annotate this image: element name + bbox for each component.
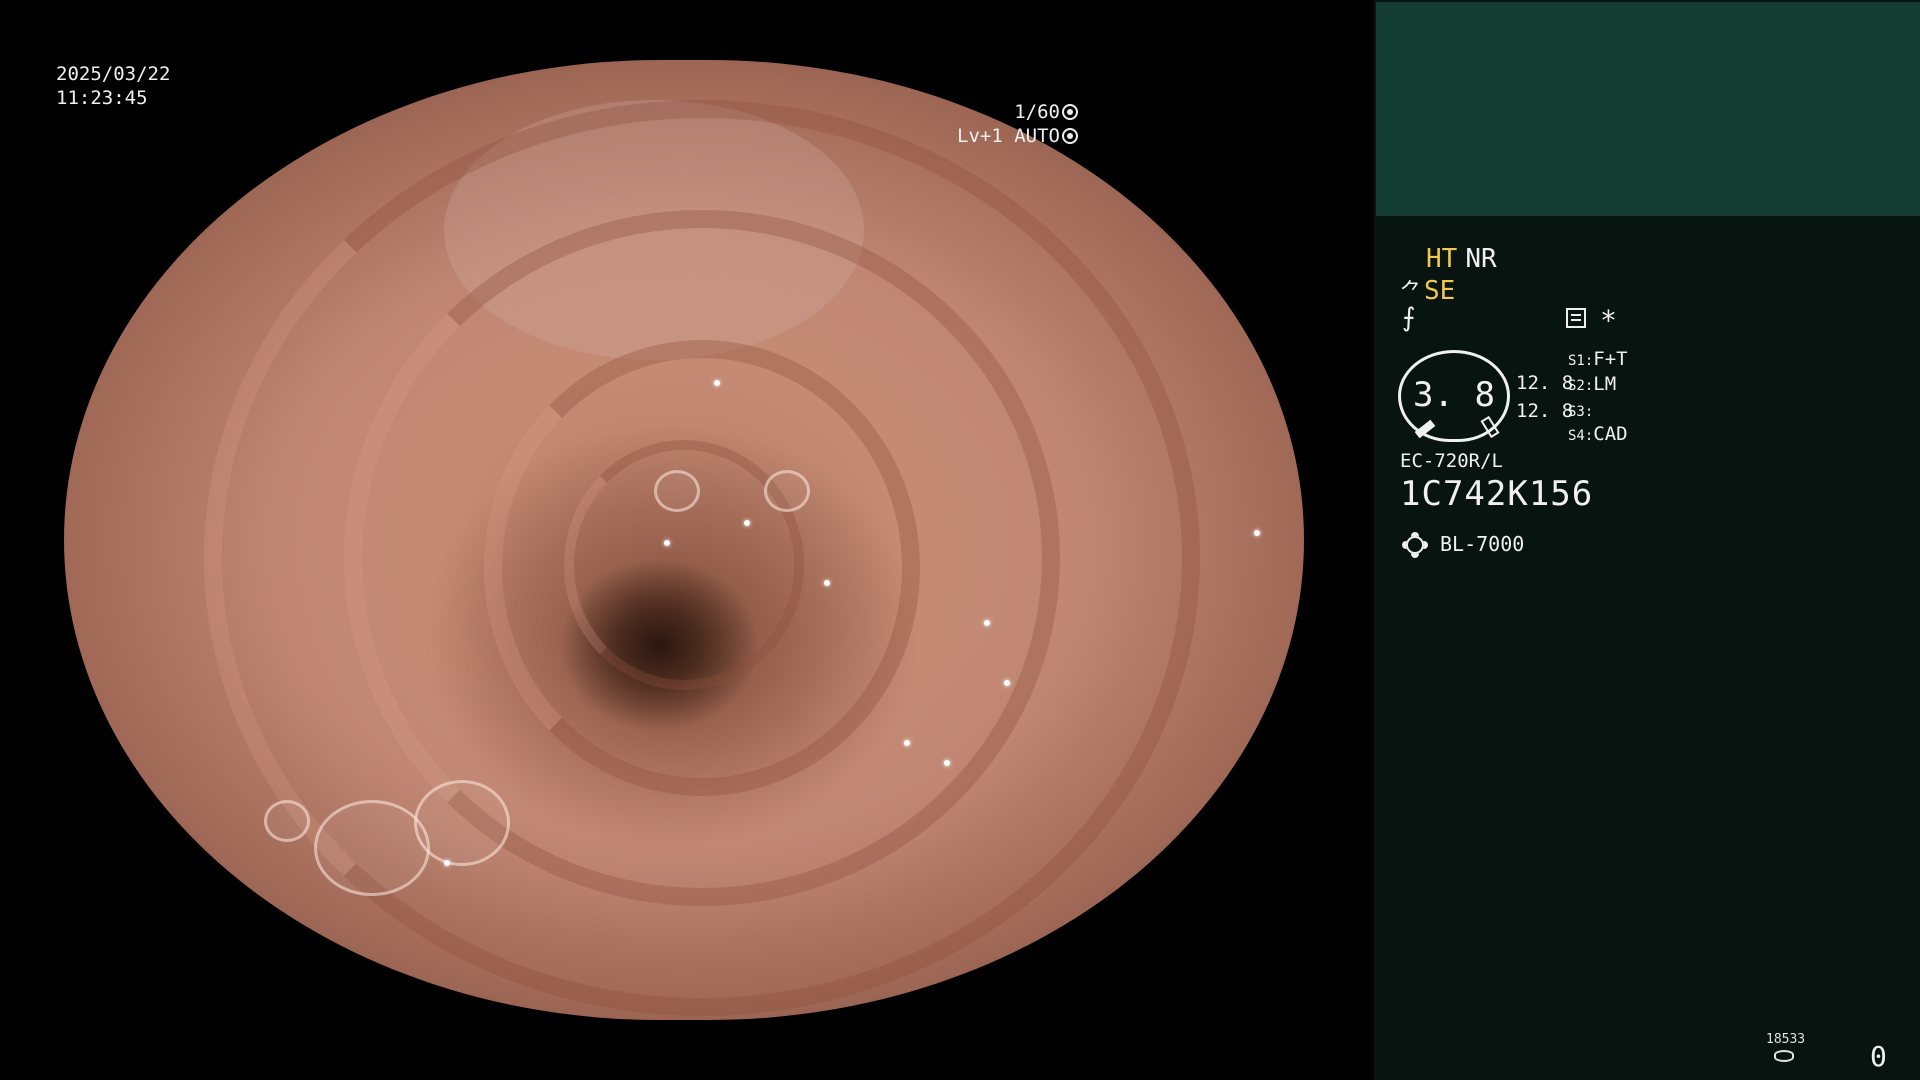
auto-iris-icon	[1062, 128, 1078, 144]
time-text: 11:23:45	[56, 87, 148, 109]
fluid-bubble	[314, 800, 430, 896]
gauge-value-2: 12. 8	[1516, 400, 1574, 422]
level-mode-text: Lv+1 AUTO	[957, 125, 1060, 147]
asterisk-indicator: *	[1600, 304, 1617, 337]
ht-indicator: HT	[1426, 244, 1458, 274]
disk-icon	[1774, 1050, 1794, 1062]
light-reflection	[824, 580, 830, 586]
endoscope-view: 2025/03/22 11:23:45 1/60 Lv+1 AUTO	[0, 0, 1372, 1080]
light-reflection	[984, 620, 990, 626]
gauge-left-marker	[1414, 419, 1436, 439]
shutter-text: 1/60	[1014, 101, 1060, 123]
se-indicator: SE	[1424, 276, 1456, 306]
setting-s1: S1:F+T	[1568, 348, 1628, 370]
setting-s2: S2:LM	[1568, 373, 1617, 395]
fluid-bubble	[654, 470, 700, 512]
nr-indicator: NR	[1465, 244, 1497, 274]
light-reflection	[1254, 530, 1260, 536]
light-reflection	[904, 740, 910, 746]
info-panel: HT NR ⺈SE ⨍ * 3. 8 12. 8 12. 8 S1:F+T S2:…	[1374, 0, 1920, 1080]
thumbnail-area	[1376, 2, 1920, 216]
light-reflection	[714, 380, 720, 386]
gauge-right-marker	[1480, 415, 1500, 439]
f-symbol: ⨍	[1402, 303, 1416, 333]
light-reflection	[444, 860, 450, 866]
gauge-value: 3. 8	[1413, 375, 1495, 415]
date-text: 2025/03/22	[56, 63, 171, 85]
se-prefix-icon: ⺈	[1400, 280, 1423, 305]
fluid-bubble	[764, 470, 810, 512]
se-row: ⺈SE	[1400, 274, 1455, 306]
setting-s4: S4:CAD	[1568, 423, 1628, 445]
image-count: 18533	[1766, 1032, 1806, 1047]
capture-counter: 0	[1870, 1040, 1887, 1073]
gauge-value-1: 12. 8	[1516, 372, 1574, 394]
menu-icon	[1566, 308, 1586, 328]
sun-icon	[1406, 536, 1424, 554]
light-source: BL-7000	[1440, 532, 1525, 556]
light-reflection	[744, 520, 750, 526]
light-reflection	[1004, 680, 1010, 686]
setting-s3: S3:	[1568, 404, 1594, 420]
fluid-bubble	[264, 800, 310, 842]
fluid-bubble	[414, 780, 510, 866]
light-reflection	[664, 540, 670, 546]
enhancement-row: HT NR	[1426, 244, 1497, 274]
light-reflection	[944, 760, 950, 766]
exposure-readout: 1/60 Lv+1 AUTO	[957, 100, 1078, 148]
datetime-readout: 2025/03/22 11:23:45	[56, 62, 170, 110]
gauge: 3. 8	[1398, 350, 1510, 442]
scope-serial: 1C742K156	[1400, 474, 1594, 514]
scope-model: EC-720R/L	[1400, 450, 1503, 472]
aperture-icon	[1062, 104, 1078, 120]
endoscope-image	[64, 60, 1304, 1020]
